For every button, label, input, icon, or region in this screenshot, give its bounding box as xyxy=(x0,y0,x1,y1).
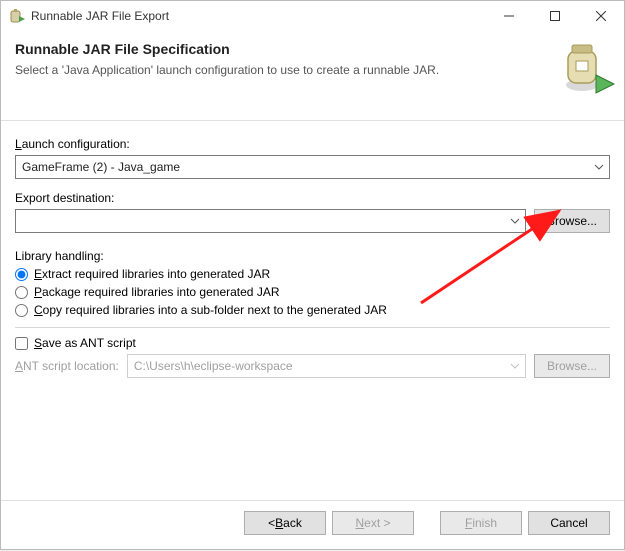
back-button[interactable]: < Back xyxy=(244,511,326,535)
maximize-button[interactable] xyxy=(532,1,578,31)
chevron-down-icon xyxy=(505,218,525,224)
launch-config-value: GameFrame (2) - Java_game xyxy=(16,160,589,174)
wizard-footer: < Back Next > Finish Cancel xyxy=(1,500,624,549)
dialog-window: Runnable JAR File Export Runnable JAR Fi… xyxy=(0,0,625,550)
window-title: Runnable JAR File Export xyxy=(31,9,486,23)
package-libs-label: Package required libraries into generate… xyxy=(34,285,279,299)
export-dest-label: Export destination: xyxy=(15,191,610,205)
chevron-down-icon xyxy=(505,363,525,369)
jar-banner-icon xyxy=(556,37,616,102)
titlebar: Runnable JAR File Export xyxy=(1,1,624,31)
chevron-down-icon xyxy=(589,164,609,170)
page-title: Runnable JAR File Specification xyxy=(15,41,610,57)
separator xyxy=(15,327,610,328)
wizard-header: Runnable JAR File Specification Select a… xyxy=(1,31,624,121)
wizard-body: Launch configuration: GameFrame (2) - Ja… xyxy=(1,121,624,384)
ant-location-value: C:\Users\h\eclipse-workspace xyxy=(128,359,505,373)
ant-location-combo: C:\Users\h\eclipse-workspace xyxy=(127,354,526,378)
close-button[interactable] xyxy=(578,1,624,31)
launch-config-label: Launch configuration: xyxy=(15,137,610,151)
launch-config-combo[interactable]: GameFrame (2) - Java_game xyxy=(15,155,610,179)
export-browse-button[interactable]: Browse... xyxy=(534,209,610,233)
ant-browse-button: Browse... xyxy=(534,354,610,378)
extract-libs-label: Extract required libraries into generate… xyxy=(34,267,270,281)
next-button: Next > xyxy=(332,511,414,535)
extract-libs-radio[interactable] xyxy=(15,268,28,281)
page-desc: Select a 'Java Application' launch confi… xyxy=(15,63,610,77)
app-icon xyxy=(9,8,25,24)
save-ant-checkbox[interactable] xyxy=(15,337,28,350)
export-dest-combo[interactable] xyxy=(15,209,526,233)
library-handling-label: Library handling: xyxy=(15,249,610,263)
copy-libs-radio[interactable] xyxy=(15,304,28,317)
copy-libs-label: Copy required libraries into a sub-folde… xyxy=(34,303,387,317)
cancel-button[interactable]: Cancel xyxy=(528,511,610,535)
save-ant-label: Save as ANT script xyxy=(34,336,136,350)
package-libs-radio[interactable] xyxy=(15,286,28,299)
ant-location-label: ANT script location: xyxy=(15,359,119,373)
minimize-button[interactable] xyxy=(486,1,532,31)
finish-button: Finish xyxy=(440,511,522,535)
